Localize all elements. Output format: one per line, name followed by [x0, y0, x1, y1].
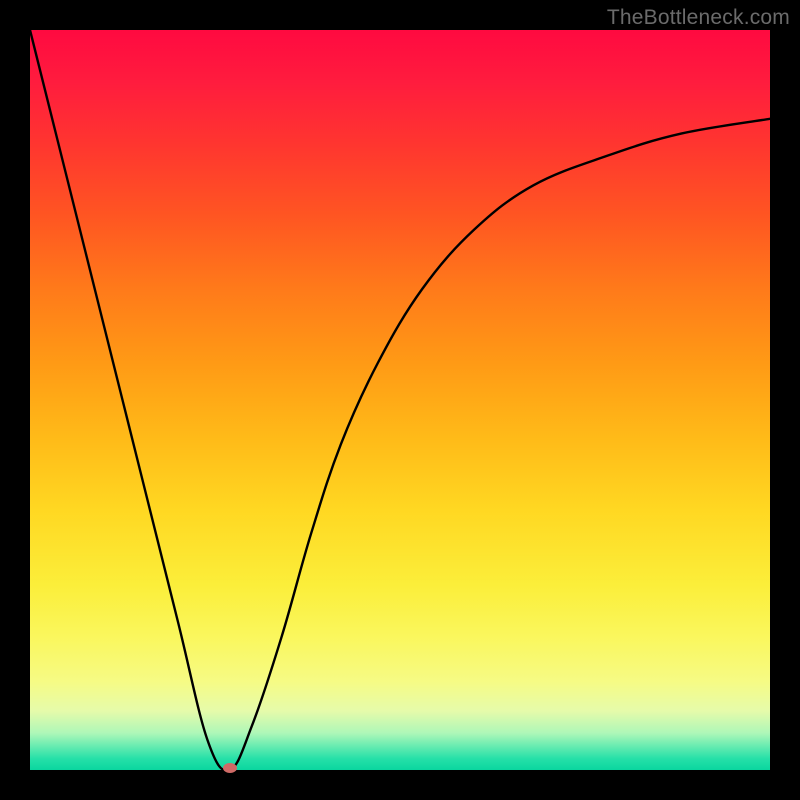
- minimum-marker: [223, 763, 237, 773]
- curve-svg: [30, 30, 770, 770]
- bottleneck-curve: [30, 30, 770, 770]
- plot-area: [30, 30, 770, 770]
- watermark-text: TheBottleneck.com: [607, 6, 790, 30]
- chart-container: TheBottleneck.com: [0, 0, 800, 800]
